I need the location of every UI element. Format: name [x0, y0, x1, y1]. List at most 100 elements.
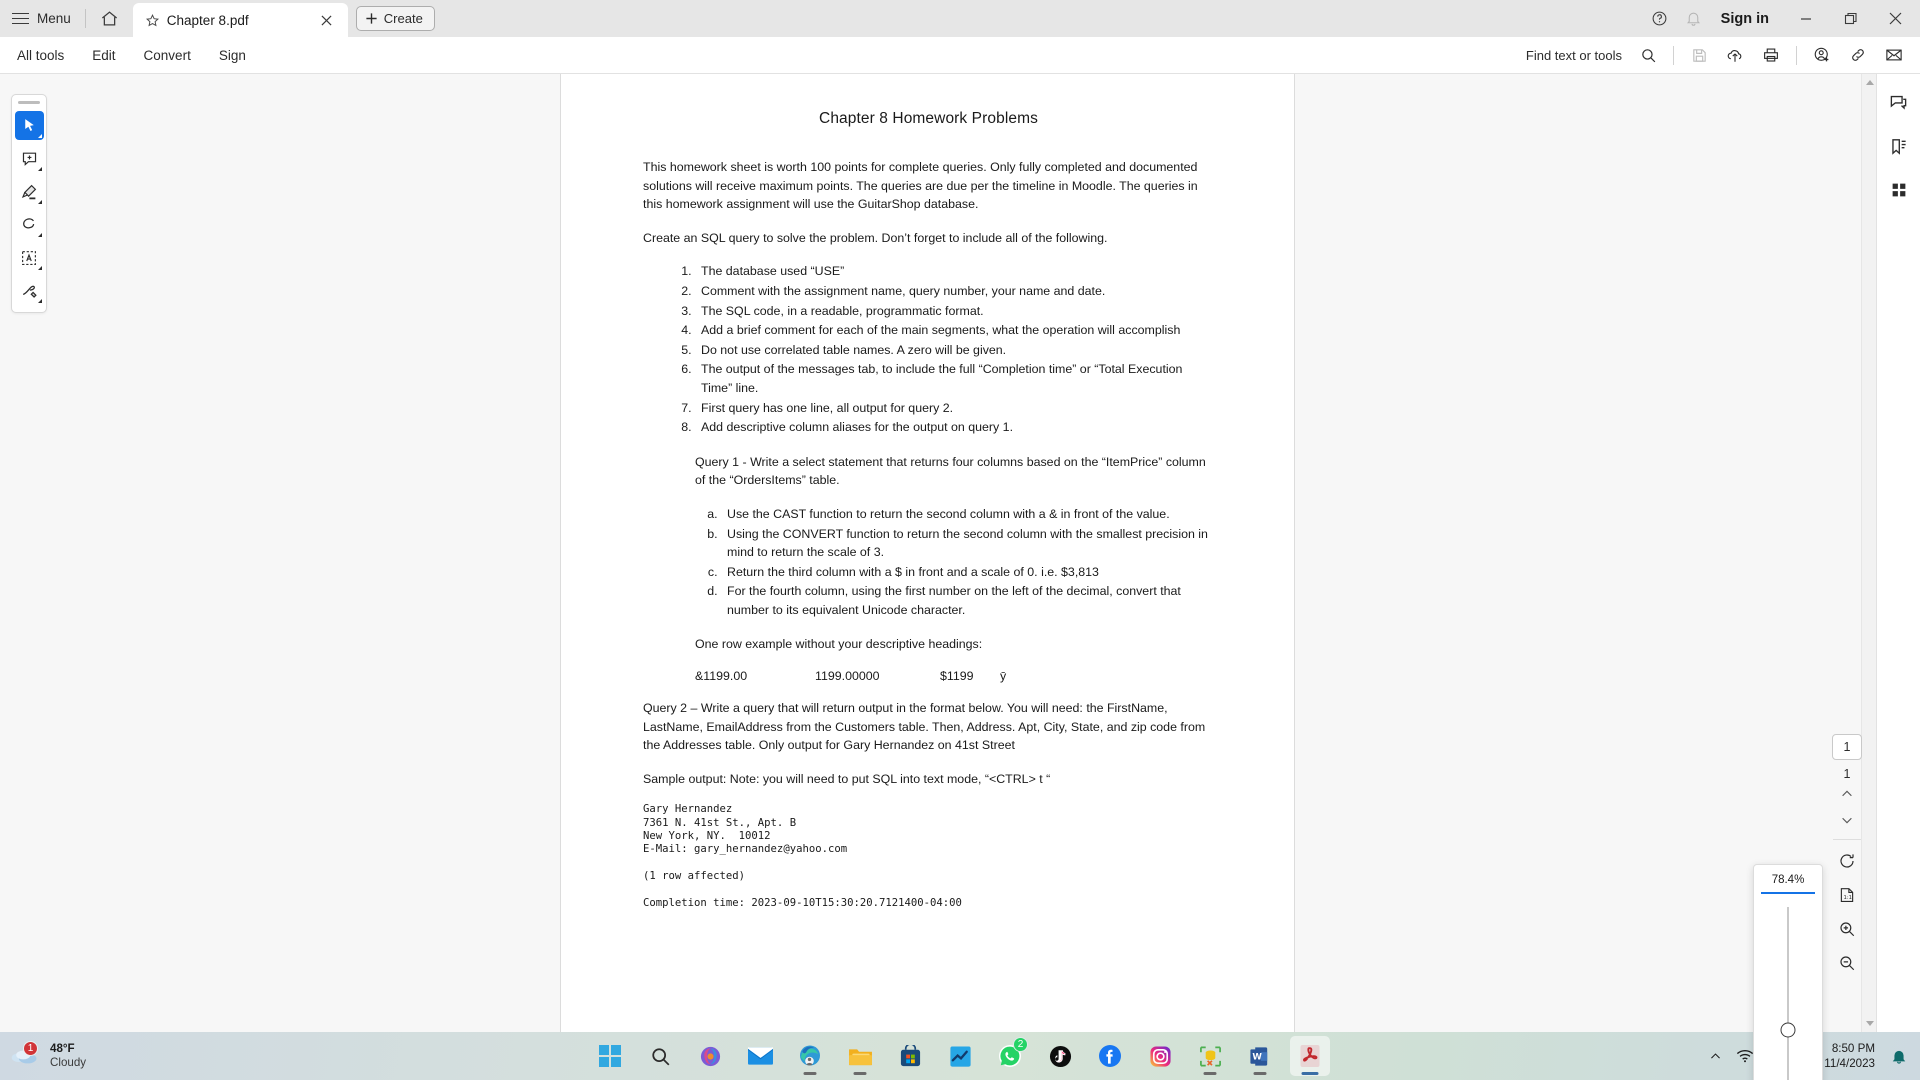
cloud-upload-icon	[1727, 50, 1742, 62]
acrobat-reader-button[interactable]	[1290, 1036, 1330, 1076]
pdf-page-content: Chapter 8 Homework Problems This homewor…	[561, 74, 1294, 910]
fit-page-icon: 1:1	[1840, 888, 1854, 902]
notifications-button[interactable]	[1677, 0, 1711, 37]
file-explorer-icon	[848, 1048, 872, 1065]
minimize-button[interactable]	[1783, 0, 1828, 37]
window-close-button[interactable]	[1873, 0, 1918, 37]
help-button[interactable]	[1643, 0, 1677, 37]
document-tab[interactable]: Chapter 8.pdf	[132, 3, 348, 37]
current-page-input[interactable]: 1	[1832, 734, 1862, 760]
zoom-slider-popup[interactable]: 78.4%	[1753, 864, 1823, 1080]
next-page-button[interactable]	[1832, 807, 1862, 833]
notification-bell-icon	[1892, 1050, 1906, 1064]
comment-plus-icon	[22, 152, 36, 166]
list-item: The SQL code, in a readable, programmati…	[695, 302, 1214, 321]
microsoft-365-button[interactable]	[690, 1036, 730, 1076]
page-navigation-cluster: 1 1 1:1	[1829, 734, 1865, 980]
menu-item-convert[interactable]: Convert	[130, 37, 205, 74]
draw-tool-button[interactable]	[15, 210, 44, 239]
previous-page-button[interactable]	[1832, 781, 1862, 807]
print-button[interactable]	[1753, 37, 1789, 74]
zoom-in-button[interactable]	[1832, 914, 1862, 944]
document-title: Chapter 8 Homework Problems	[819, 110, 1038, 127]
list-item: For the fourth column, using the first n…	[721, 582, 1214, 619]
add-person-button[interactable]	[1804, 37, 1840, 74]
sql-server-management-studio-icon	[1199, 1046, 1221, 1066]
example-col-1: &1199.00	[695, 669, 748, 684]
sql-server-management-studio-button[interactable]	[1190, 1036, 1230, 1076]
zoom-slider-track[interactable]	[1780, 907, 1796, 1080]
tool-palette-drag-handle[interactable]	[18, 101, 40, 104]
microsoft-store-button[interactable]	[890, 1036, 930, 1076]
highlight-tool-button[interactable]	[15, 177, 44, 206]
weather-temperature: 48°F	[50, 1041, 75, 1055]
list-item: Comment with the assignment name, query …	[695, 282, 1214, 301]
cloud-upload-button[interactable]	[1717, 37, 1753, 74]
sample-output-block: Gary Hernandez 7361 N. 41st St., Apt. B …	[643, 803, 962, 909]
home-button[interactable]	[86, 0, 133, 37]
sign-in-button[interactable]: Sign in	[1711, 11, 1783, 27]
page-thumbnails-panel-button[interactable]	[1884, 175, 1914, 205]
tiktok-button[interactable]	[1040, 1036, 1080, 1076]
facebook-button[interactable]	[1090, 1036, 1130, 1076]
tray-overflow-button[interactable]	[1700, 1036, 1730, 1076]
file-explorer-button[interactable]	[840, 1036, 880, 1076]
bookmarks-panel-button[interactable]	[1884, 131, 1914, 161]
zoom-slider-handle[interactable]	[1780, 1022, 1796, 1038]
whiteboard-button[interactable]	[940, 1036, 980, 1076]
weather-widget[interactable]: 1 48°F Cloudy	[0, 1041, 200, 1071]
whatsapp-badge: 2	[1013, 1037, 1028, 1052]
weather-condition: Cloudy	[50, 1056, 87, 1069]
add-person-icon	[1814, 47, 1829, 62]
star-icon[interactable]	[145, 13, 160, 28]
edge-icon	[800, 1045, 820, 1066]
rotate-button[interactable]	[1832, 846, 1862, 876]
save-button[interactable]	[1681, 37, 1717, 74]
tiktok-icon	[1049, 1045, 1071, 1067]
chevron-up-icon	[1842, 790, 1852, 797]
wifi-icon	[1737, 1050, 1754, 1063]
list-item: Add a brief comment for each of the main…	[695, 321, 1214, 340]
notification-center-button[interactable]	[1884, 1036, 1914, 1076]
list-item: Use the CAST function to return the seco…	[721, 505, 1214, 524]
comments-panel-button[interactable]	[1884, 87, 1914, 117]
start-button[interactable]	[590, 1036, 630, 1076]
share-link-button[interactable]	[1840, 37, 1876, 74]
minimize-icon	[1800, 17, 1811, 20]
maximize-button[interactable]	[1828, 0, 1873, 37]
fill-and-sign-tool-button[interactable]	[15, 276, 44, 305]
query2-intro-paragraph: Query 2 – Write a query that will return…	[643, 701, 1206, 753]
list-item: The output of the messages tab, to inclu…	[695, 360, 1214, 397]
taskbar-clock[interactable]: 8:50 PM 11/4/2023	[1820, 1041, 1884, 1071]
menu-button[interactable]: Menu	[0, 0, 85, 37]
menu-item-all-tools[interactable]: All tools	[3, 37, 78, 74]
find-label[interactable]: Find text or tools	[1526, 48, 1622, 63]
menu-item-sign[interactable]: Sign	[205, 37, 260, 74]
bookmarks-panel-icon	[1892, 138, 1906, 155]
edge-button[interactable]	[790, 1036, 830, 1076]
query1-intro-paragraph: Query 1 - Write a select statement that …	[695, 454, 1206, 488]
scroll-down-icon[interactable]	[1865, 1021, 1874, 1026]
menu-item-edit[interactable]: Edit	[78, 37, 129, 74]
fit-page-button[interactable]: 1:1	[1832, 880, 1862, 910]
pdf-page[interactable]: Chapter 8 Homework Problems This homewor…	[560, 74, 1295, 1032]
requirements-list: The database used “USE” Comment with the…	[673, 262, 1214, 436]
titlebar-right-group: Sign in	[1643, 0, 1920, 37]
email-button[interactable]	[1876, 37, 1912, 74]
tab-close-button[interactable]	[316, 9, 338, 31]
taskbar-search-button[interactable]	[640, 1036, 680, 1076]
zoom-out-button[interactable]	[1832, 948, 1862, 978]
search-button[interactable]	[1630, 37, 1666, 74]
select-tool-button[interactable]	[14, 111, 44, 140]
create-button[interactable]: Create	[355, 6, 435, 31]
add-comment-tool-button[interactable]	[15, 144, 44, 173]
instagram-button[interactable]	[1140, 1036, 1180, 1076]
select-text-region-tool-button[interactable]	[15, 243, 44, 272]
whatsapp-button[interactable]: 2	[990, 1036, 1030, 1076]
word-button[interactable]: W	[1240, 1036, 1280, 1076]
left-tool-palette	[11, 94, 47, 313]
mail-button[interactable]	[740, 1036, 780, 1076]
example-col-2: 1199.00000	[815, 669, 880, 684]
close-icon	[321, 14, 332, 26]
scroll-up-icon[interactable]	[1865, 80, 1874, 85]
